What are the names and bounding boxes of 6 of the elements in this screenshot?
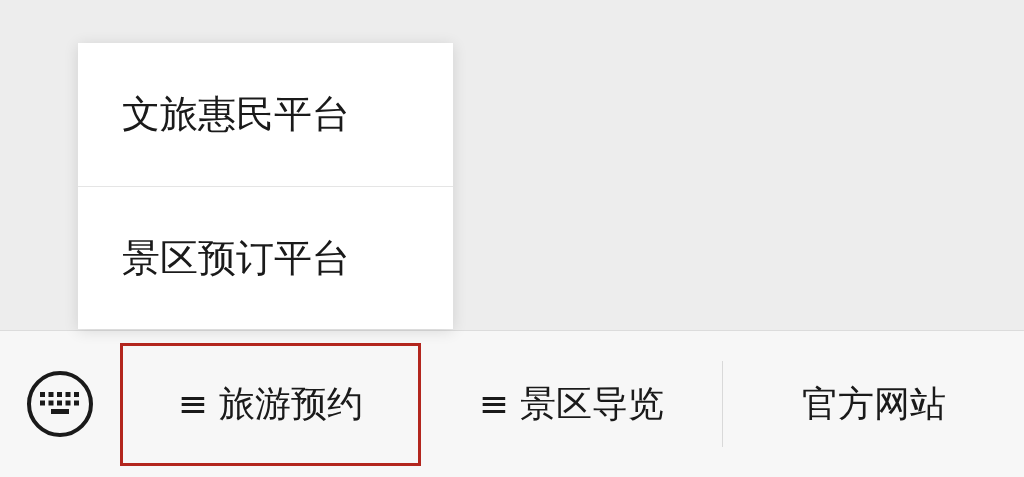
menu-button[interactable]: ≡ 景区导览 — [421, 331, 722, 477]
menu-button[interactable]: ≡ 旅游预约 — [120, 342, 421, 466]
menu-item[interactable]: 文旅惠民平台 — [78, 43, 453, 186]
keyboard-icon[interactable] — [26, 370, 94, 438]
menu-button[interactable]: 官方网站 — [723, 331, 1024, 477]
menu-item[interactable]: 景区预订平台 — [78, 186, 453, 329]
